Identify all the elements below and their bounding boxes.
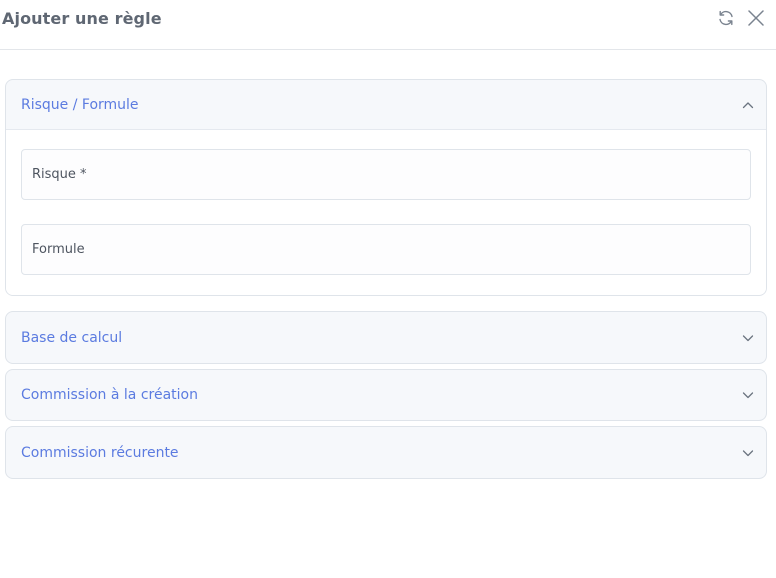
risque-field[interactable]: Risque *	[21, 149, 751, 200]
section-risque-formule-body: Risque * Formule	[6, 130, 766, 295]
section-title: Commission à la création	[21, 387, 198, 403]
section-risque-formule: Risque / Formule Risque * Formule	[5, 79, 767, 296]
refresh-icon[interactable]	[716, 8, 736, 28]
header-actions	[716, 8, 766, 28]
chevron-down-icon[interactable]	[740, 445, 756, 461]
dialog-header: Ajouter une règle	[0, 0, 776, 50]
formule-label: Formule	[32, 242, 85, 257]
section-title: Risque / Formule	[21, 96, 139, 113]
formule-field[interactable]: Formule	[21, 224, 751, 275]
section-commission-recurente: Commission récurente	[5, 426, 767, 479]
chevron-up-icon[interactable]	[740, 97, 756, 113]
section-commission-recurente-header[interactable]: Commission récurente	[6, 427, 766, 478]
chevron-down-icon[interactable]	[740, 387, 756, 403]
section-title: Commission récurente	[21, 444, 179, 461]
section-base-de-calcul-header[interactable]: Base de calcul	[6, 312, 766, 363]
risque-label: Risque *	[32, 167, 87, 182]
section-risque-formule-header[interactable]: Risque / Formule	[6, 80, 766, 130]
section-commission-creation: Commission à la création	[5, 369, 767, 421]
dialog-title: Ajouter une règle	[2, 9, 162, 28]
chevron-down-icon[interactable]	[740, 330, 756, 346]
close-icon[interactable]	[746, 8, 766, 28]
section-title: Base de calcul	[21, 329, 123, 346]
section-commission-creation-header[interactable]: Commission à la création	[6, 370, 766, 420]
section-base-de-calcul: Base de calcul	[5, 311, 767, 364]
